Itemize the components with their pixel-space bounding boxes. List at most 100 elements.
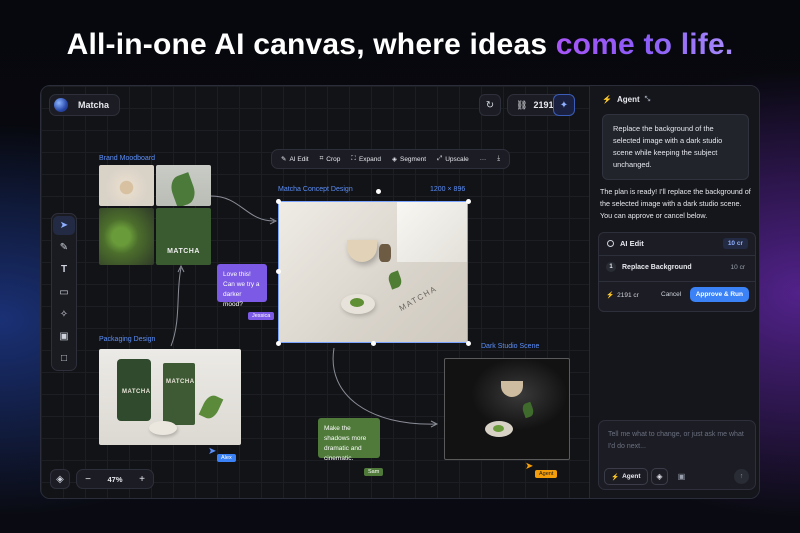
- resize-handle-l[interactable]: [276, 269, 281, 274]
- plan-credits: ⚡ 2191 cr: [606, 291, 639, 300]
- layers-icon: ◈: [391, 156, 397, 163]
- note-icon: ▭: [59, 286, 69, 298]
- zoom-out-button[interactable]: −: [79, 474, 97, 485]
- packaging-label: Packaging Design: [99, 336, 156, 343]
- comment-note-jessica[interactable]: Love this! Can we try a darker mood?: [217, 264, 267, 308]
- cancel-button[interactable]: Cancel: [661, 291, 681, 298]
- plan-divider: [599, 255, 755, 256]
- studio-label: Dark Studio Scene: [481, 343, 540, 350]
- step-number: 1: [606, 262, 616, 272]
- magic-wand-icon: ✧: [59, 308, 69, 320]
- app-window: Matcha ↻ ⛓ 2191 ✦ ✎ AI Edit ⌗ Crop ⛶ Expand…: [40, 85, 760, 499]
- chat-input[interactable]: Tell me what to change, or just ask me w…: [598, 420, 756, 490]
- zoom-level: 47%: [107, 474, 123, 484]
- author-tag-jessica: Jessica: [248, 312, 275, 320]
- plan-cost: 10 cr: [722, 238, 748, 249]
- upscale-button[interactable]: ⤢ Upscale: [437, 155, 469, 163]
- more-button[interactable]: ···: [480, 156, 487, 163]
- project-name: Matcha: [78, 100, 110, 110]
- note-text: Love this! Can we try a darker mood?: [223, 271, 260, 308]
- download-icon: ⤓: [497, 155, 501, 162]
- layers-toggle[interactable]: ◈: [651, 468, 668, 485]
- project-avatar: [54, 98, 68, 112]
- select-tool[interactable]: ➤: [53, 216, 75, 235]
- upscale-icon: ⤢: [437, 155, 443, 162]
- cursor-tag-alex: Alex: [217, 454, 236, 462]
- lightning-icon: ⚡: [602, 95, 612, 104]
- headline-text: All-in-one AI canvas, where ideas: [66, 28, 556, 61]
- radio-icon[interactable]: [607, 240, 614, 247]
- history-button[interactable]: ↻: [479, 94, 501, 116]
- moodboard-label: Brand Moodboard: [99, 155, 156, 162]
- more-label: ···: [479, 155, 487, 163]
- panel-header: ⚡ Agent ⤡: [602, 95, 650, 104]
- packaging-tin-text: MATCHA: [122, 389, 151, 395]
- resize-handle-bl[interactable]: [276, 341, 281, 346]
- resize-handle-tr[interactable]: [466, 199, 471, 204]
- text-icon: T: [60, 264, 68, 276]
- cursor-tag-agent: Agent: [535, 470, 558, 478]
- resize-handle-br[interactable]: [466, 341, 471, 346]
- zoom-control: − 47% +: [76, 469, 154, 489]
- upscale-label: Upscale: [445, 155, 469, 163]
- note-tool[interactable]: ▭: [53, 283, 75, 302]
- history-icon: ↻: [485, 99, 495, 111]
- sparkle-button[interactable]: ✦: [553, 94, 575, 116]
- studio-image[interactable]: [444, 358, 570, 460]
- plan-divider-2: [599, 281, 755, 282]
- segment-button[interactable]: ◈ Segment: [391, 155, 427, 164]
- project-selector[interactable]: Matcha: [49, 94, 121, 116]
- text-tool[interactable]: T: [53, 260, 75, 279]
- headline: All-in-one AI canvas, where ideas come t…: [0, 28, 800, 62]
- layers-icon: ◈: [656, 472, 663, 481]
- comment-note-sam[interactable]: Make the shadows more dramatic and cinem…: [318, 418, 380, 462]
- segment-label: Segment: [399, 155, 427, 163]
- cursor-icon-alex: ➤: [208, 446, 217, 457]
- attach-image-button[interactable]: ▣: [673, 468, 690, 485]
- frame-tool[interactable]: □: [53, 349, 75, 368]
- rotate-handle[interactable]: [376, 189, 381, 194]
- agent-mode-button[interactable]: ⚡ Agent: [604, 468, 648, 485]
- layers-button[interactable]: ◈: [50, 469, 70, 489]
- input-placeholder: Tell me what to change, or just ask me w…: [608, 431, 744, 450]
- author-tag-sam: Sam: [364, 468, 384, 476]
- ai-edit-label: AI Edit: [289, 155, 309, 163]
- ai-edit-button[interactable]: ✎ AI Edit: [281, 155, 309, 164]
- moodboard-leaf-image: [156, 165, 211, 206]
- layers-icon: ◈: [56, 473, 64, 485]
- expand-icon: ⛶: [351, 155, 356, 162]
- brush-tool[interactable]: ✎: [53, 238, 75, 257]
- concept-image[interactable]: MATCHA: [278, 201, 468, 343]
- zoom-in-button[interactable]: +: [133, 474, 151, 485]
- download-button[interactable]: ⤓: [497, 155, 500, 163]
- packaging-image[interactable]: MATCHA MATCHA: [99, 349, 241, 445]
- plan-title-row: AI Edit: [607, 239, 644, 248]
- send-button[interactable]: ↑: [734, 469, 749, 484]
- canvas[interactable]: Matcha ↻ ⛓ 2191 ✦ ✎ AI Edit ⌗ Crop ⛶ Expand…: [41, 86, 589, 498]
- image-tool[interactable]: ▣: [53, 327, 75, 346]
- headline-accent: come to life.: [555, 28, 734, 61]
- plan-title: AI Edit: [620, 239, 644, 248]
- sparkle-icon: ✦: [559, 99, 569, 111]
- expand-button[interactable]: ⛶ Expand: [351, 155, 381, 163]
- lightning-icon: ⚡: [611, 473, 620, 481]
- expand-label: Expand: [358, 155, 381, 163]
- agent-mode-label: Agent: [622, 473, 641, 480]
- crop-label: Crop: [326, 155, 341, 163]
- packaging-box-text: MATCHA: [166, 379, 195, 385]
- resize-handle-b[interactable]: [371, 341, 376, 346]
- agent-reply: The plan is ready! I'll replace the back…: [600, 187, 751, 220]
- step-label: Replace Background: [622, 263, 692, 271]
- pencil-icon: ✎: [281, 156, 287, 163]
- approve-run-button[interactable]: Approve & Run: [689, 287, 749, 302]
- moodboard-bowl-image: [99, 165, 154, 206]
- link-icon: ⛓: [516, 99, 528, 110]
- image-icon: ▣: [59, 330, 69, 342]
- moodboard-grid[interactable]: MATCHA: [99, 165, 211, 265]
- magic-tool[interactable]: ✧: [53, 305, 75, 324]
- collapse-icon[interactable]: ⤡: [645, 96, 651, 104]
- cursor-icon: ➤: [59, 219, 69, 231]
- crop-button[interactable]: ⌗ Crop: [320, 155, 341, 163]
- brush-icon: ✎: [59, 242, 69, 254]
- resize-handle-tl[interactable]: [276, 199, 281, 204]
